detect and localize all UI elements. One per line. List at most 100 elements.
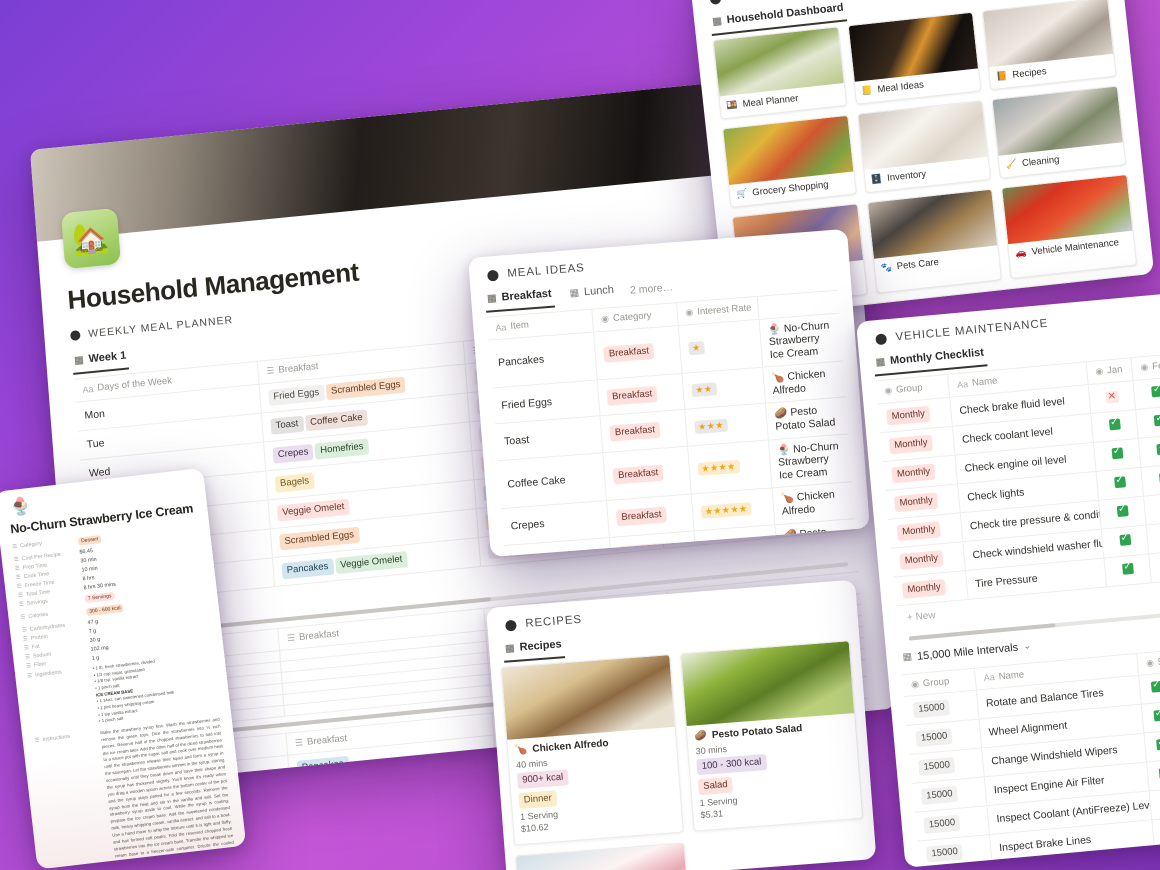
cell-interest-rate[interactable]: ★ bbox=[677, 318, 763, 374]
checkbox-checked-icon[interactable] bbox=[1113, 475, 1126, 488]
group-pill[interactable]: Monthly bbox=[893, 491, 939, 512]
checkbox-checked-icon[interactable] bbox=[1151, 385, 1160, 397]
cell-interval-5[interactable] bbox=[1146, 758, 1160, 791]
cell-recipe[interactable]: 🥔 Pesto Potato Salad bbox=[765, 397, 849, 440]
cell-feb[interactable] bbox=[1140, 462, 1160, 496]
cell-pill[interactable]: Crepes bbox=[272, 443, 314, 464]
cell-item[interactable]: Coffee Cake bbox=[497, 452, 607, 510]
cross-mark-icon[interactable]: ✕ bbox=[1104, 390, 1119, 404]
category-pill[interactable]: Breakfast bbox=[612, 464, 664, 485]
cell-pill[interactable]: Bagels bbox=[274, 472, 315, 493]
recipe-property-value[interactable]: 47 g bbox=[87, 619, 98, 626]
star-rating[interactable]: ★★★★ bbox=[696, 459, 741, 477]
recipes-window[interactable]: RECIPES ▦ Recipes 🍗 Chicken Alfredo 40 m… bbox=[486, 579, 877, 870]
dashboard-card[interactable]: 🍱 Meal Planner bbox=[712, 26, 847, 120]
cell-jan[interactable] bbox=[1098, 495, 1147, 529]
cell-item[interactable]: Pancakes bbox=[488, 331, 598, 389]
tab-recipes[interactable]: ▦ Recipes bbox=[502, 635, 565, 663]
cell-interval-5[interactable] bbox=[1154, 845, 1160, 868]
checkbox-checked-icon[interactable] bbox=[1153, 413, 1160, 426]
cell-recipe[interactable]: 🍨 No-Churn Strawberry Ice Cream bbox=[758, 312, 844, 368]
cell-feb[interactable] bbox=[1138, 433, 1160, 467]
checkbox-checked-icon[interactable] bbox=[1118, 533, 1131, 546]
cell-interval-5[interactable] bbox=[1149, 787, 1160, 820]
checkbox-checked-icon[interactable] bbox=[1110, 446, 1123, 459]
group-pill[interactable]: Monthly bbox=[901, 578, 947, 599]
cell-pill[interactable]: Toast bbox=[270, 415, 304, 435]
recipe-card[interactable]: 🍗 Chicken Alfredo 40 mins 900+ kcal Dinn… bbox=[500, 654, 684, 846]
recipe-property-value[interactable]: 10 min bbox=[81, 566, 98, 574]
star-rating[interactable]: ★★ bbox=[690, 382, 717, 398]
meal-ideas-table[interactable]: Aa Item ◉ Category ◉ Interest Rate Pancakes… bbox=[486, 290, 867, 558]
group-pill[interactable]: 15000 bbox=[923, 814, 961, 834]
group-pill[interactable]: Monthly bbox=[899, 549, 944, 570]
monthly-checklist-rows[interactable]: Monthly Check brake fluid level ✕ Monthl… bbox=[877, 376, 1160, 606]
group-pill[interactable]: Monthly bbox=[888, 434, 934, 454]
recipe-property-value[interactable]: 102 mg bbox=[90, 645, 109, 653]
cell-interval-5[interactable] bbox=[1138, 672, 1160, 705]
recipe-property-value[interactable]: 1 g bbox=[91, 655, 99, 662]
recipe-property-value[interactable]: 7 Servings bbox=[84, 591, 117, 605]
cell-feb[interactable] bbox=[1143, 491, 1160, 525]
recipe-property-value[interactable]: 8 hrs bbox=[82, 575, 95, 582]
category-pill[interactable]: Breakfast bbox=[606, 385, 658, 406]
cell-interval-5[interactable] bbox=[1151, 816, 1160, 849]
chevron-down-icon[interactable]: ⌄ bbox=[1023, 640, 1032, 652]
star-rating[interactable]: ★ bbox=[687, 341, 706, 356]
meal-ideas-window[interactable]: MEAL IDEAS ▦ Breakfast ▦ Lunch 2 more… A… bbox=[468, 228, 870, 558]
group-pill[interactable]: 15000 bbox=[925, 843, 964, 863]
cell-recipe[interactable]: 🍨 No-Churn Strawberry Ice Cream bbox=[767, 433, 853, 489]
recipe-source-link[interactable]: https://www.budgetbytes.com/no-churn-str… bbox=[40, 868, 246, 869]
mile-intervals-rows[interactable]: 15000 Rotate and Balance Tires 15000 Whe… bbox=[904, 669, 1160, 868]
cell-pill[interactable]: Pancakes bbox=[281, 557, 334, 579]
cell-breakfast[interactable]: Crepes bbox=[289, 763, 499, 789]
cell-feb[interactable] bbox=[1133, 376, 1160, 410]
cell-pill[interactable]: Homefries bbox=[314, 437, 369, 460]
cell-pill[interactable]: Veggie Omelet bbox=[276, 498, 350, 522]
cell-category[interactable]: Breakfast bbox=[602, 445, 691, 502]
tab-lunch[interactable]: ▦ Lunch bbox=[567, 281, 617, 306]
page-icon[interactable]: 🏡 bbox=[60, 207, 121, 270]
tab-breakfast[interactable]: ▦ Breakfast bbox=[484, 284, 555, 313]
recipe-properties[interactable]: ☰ Category Dessert ☰ Cost Per Recipe $6.45… bbox=[0, 522, 223, 671]
cell-feb[interactable] bbox=[1135, 404, 1160, 438]
vehicle-maintenance-window[interactable]: VEHICLE MAINTENANCE ▦ Monthly Checklist … bbox=[856, 292, 1160, 868]
recipe-detail-window[interactable]: 🍨 No-Churn Strawberry Ice Cream ☰ Categor… bbox=[0, 467, 247, 870]
cell-feb[interactable]: ✕ bbox=[1148, 549, 1160, 583]
dashboard-card[interactable]: 🛒 Grocery Shopping bbox=[721, 114, 857, 208]
cell-interest-rate[interactable]: ★★★★★ bbox=[690, 488, 775, 531]
recipe-property-value[interactable]: 30 min bbox=[80, 557, 97, 565]
dashboard-card[interactable]: 🚗 Vehicle Maintenance bbox=[1001, 173, 1138, 279]
cell-pill[interactable]: Scrambled Eggs bbox=[325, 376, 407, 400]
cell-group[interactable]: 15000 bbox=[917, 834, 993, 868]
cell-feb[interactable] bbox=[1146, 520, 1160, 554]
cell-interest-rate[interactable]: ★★★ bbox=[684, 403, 768, 446]
cell-interest-rate[interactable]: ★★ bbox=[681, 367, 766, 410]
mile-intervals-table[interactable]: ◉Group AaName ◉5 ◉ 15000 Rotate and Bala… bbox=[902, 646, 1160, 868]
checkbox-checked-icon[interactable] bbox=[1116, 504, 1129, 517]
category-pill[interactable]: Breakfast bbox=[615, 506, 668, 527]
dashboard-card[interactable]: 🧹 Cleaning bbox=[991, 85, 1127, 179]
cell-recipe[interactable]: 🍗 Chicken Alfredo bbox=[762, 361, 846, 404]
group-pill[interactable]: 15000 bbox=[915, 728, 954, 748]
group-pill[interactable]: 15000 bbox=[917, 756, 956, 777]
recipe-property-value[interactable]: 8 hrs 30 mins bbox=[83, 582, 116, 592]
cell-interest-rate[interactable]: ★★★★ bbox=[687, 439, 772, 495]
group-pill[interactable]: 15000 bbox=[920, 785, 959, 806]
category-pill[interactable]: Breakfast bbox=[609, 421, 661, 442]
group-pill[interactable]: Monthly bbox=[896, 520, 942, 541]
checkbox-checked-icon[interactable] bbox=[1108, 418, 1121, 430]
cell-pill[interactable]: Fried Eggs bbox=[267, 383, 325, 406]
recipe-card[interactable] bbox=[515, 842, 691, 870]
star-rating[interactable]: ★★★★★ bbox=[700, 501, 752, 519]
tabs-more-label[interactable]: 2 more… bbox=[630, 281, 674, 296]
cell-pill[interactable]: Veggie Omelet bbox=[334, 550, 408, 574]
checkbox-checked-icon[interactable] bbox=[1121, 562, 1134, 575]
dashboard-card[interactable]: 🐾 Pets Care bbox=[866, 188, 1003, 294]
meal-ideas-rows[interactable]: Pancakes Breakfast ★ 🍨 No-Churn Strawber… bbox=[488, 312, 866, 558]
cell-jan[interactable] bbox=[1090, 409, 1139, 442]
recipe-property-value[interactable]: 30 g bbox=[89, 637, 100, 644]
tab-week-1[interactable]: ▦ Week 1 bbox=[71, 346, 130, 375]
monthly-checklist-table[interactable]: ◉ Group Aa Name ◉ Jan ◉ Feb Monthly Check br… bbox=[875, 353, 1160, 606]
dashboard-card[interactable]: 🗄️ Inventory bbox=[856, 99, 992, 194]
